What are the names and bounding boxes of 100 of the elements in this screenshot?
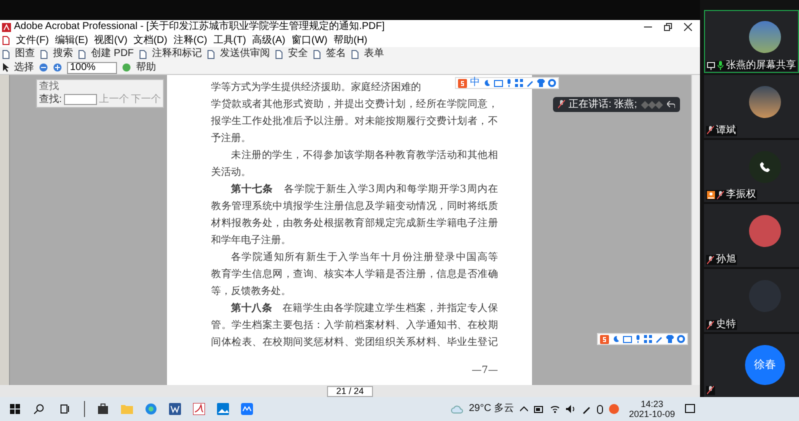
text-line: 关活动。: [211, 166, 251, 180]
notification-icon[interactable]: [685, 404, 695, 414]
participant-name: 孙旭: [716, 255, 736, 266]
text-line: 第十八条 在籍学生由各学院建立学生档案，并指定专人保: [230, 302, 498, 316]
toolbar-button[interactable]: 发送供审阅: [220, 49, 270, 59]
text-line: 第十七条 各学院于新生入学3周内和每学期开学3周内在: [230, 182, 498, 197]
scrollbar[interactable]: [691, 75, 700, 385]
chevron-up-icon[interactable]: [520, 406, 528, 412]
text-line: 报学生工作处批准后予以注册。对未能按期履行交费计划者，不: [211, 114, 498, 129]
menu-item[interactable]: 文档(D): [133, 36, 168, 46]
document-icon: [206, 50, 215, 58]
find-input[interactable]: [64, 94, 97, 105]
browser-icon[interactable]: [145, 403, 157, 415]
search-icon[interactable]: [34, 404, 44, 414]
document-icon: [78, 50, 86, 58]
participant-tile[interactable]: 李振权: [704, 140, 799, 202]
menu-item[interactable]: 工具(T): [213, 36, 246, 46]
menu-item[interactable]: 窗口(W): [291, 36, 328, 46]
text-line: 学等方式为学生提供经济援助。家庭经济困难的: [211, 80, 421, 95]
text-line: 管。学生档案主要包括：入学前档案材料、入学通知书、在校期: [211, 318, 498, 333]
clock[interactable]: 14:23 2021-10-09: [624, 399, 679, 419]
text-line: 未注册的学生，不得参加该学期各种教育教学活动和其他相: [230, 148, 498, 163]
photo-placeholder: [749, 215, 781, 248]
window-title: Adobe Acrobat Professional - [关于印发江苏城市职业学院学生管理规定的通知.PDF]: [14, 22, 385, 32]
photo-placeholder: [749, 21, 781, 53]
document-icon: [312, 50, 321, 58]
mic-icon[interactable]: [506, 79, 512, 87]
text-line: 材料报教务处，由教务处根据教育部规定完成新生学籍电子注册: [211, 216, 498, 231]
shirt-icon[interactable]: [537, 79, 545, 87]
document-icon: [40, 50, 48, 58]
moon-icon[interactable]: [612, 335, 620, 343]
gear-icon[interactable]: [677, 335, 685, 343]
zoom-out-icon[interactable]: [39, 63, 48, 72]
menu-item[interactable]: 文件(F): [16, 36, 49, 46]
back-arrow-icon[interactable]: [667, 101, 675, 108]
participant-tile[interactable]: 史特: [704, 269, 799, 332]
select-tool-button[interactable]: 选择: [14, 62, 34, 72]
store-icon[interactable]: [97, 403, 109, 415]
task-view-icon[interactable]: [60, 404, 70, 414]
speaker-label: 正在讲话: 张燕;: [568, 100, 637, 110]
word-icon[interactable]: [169, 403, 181, 415]
find-panel-title: 查找: [39, 82, 60, 92]
weather-label[interactable]: 29°C 多云: [468, 404, 514, 414]
pen-icon[interactable]: [582, 404, 591, 414]
page-number: —7—: [472, 364, 498, 378]
participant-tile[interactable]: 张燕的屏幕共享: [704, 10, 799, 73]
input-mode-toggle[interactable]: 中: [470, 78, 480, 88]
grid-icon[interactable]: [515, 79, 523, 87]
text-line: 教务管理系统中填报学生注册信息及学籍变动情况，同时将纸质: [211, 200, 498, 214]
photos-icon[interactable]: [217, 403, 229, 415]
menu-item[interactable]: 注释(C): [173, 36, 208, 46]
photo-placeholder: [749, 86, 781, 118]
page-number-field[interactable]: 21 / 24: [327, 386, 373, 396]
participant-tile[interactable]: 谭斌: [704, 74, 799, 138]
shirt-icon[interactable]: [666, 335, 674, 343]
participant-tile[interactable]: 孙旭: [704, 204, 799, 268]
toolbar-button[interactable]: 注释和标记: [152, 49, 202, 59]
toolbar-button[interactable]: 表单: [364, 49, 384, 59]
phone-icon: [760, 162, 770, 172]
participant-tile[interactable]: 徐春: [704, 334, 799, 397]
zoom-field[interactable]: 100%: [67, 62, 117, 74]
toolbar-button[interactable]: 图查: [15, 49, 35, 59]
participant-name: 李振权: [726, 190, 756, 200]
toolbar-button[interactable]: 签名: [326, 49, 346, 59]
text-line: 学贷款或者其他形式资助，并提出交费计划，经所在学院同意，: [211, 98, 498, 112]
toolbar-button[interactable]: 搜索: [53, 49, 73, 59]
wifi-icon[interactable]: [550, 405, 560, 413]
meeting-icon[interactable]: [241, 403, 253, 415]
text-line: 予注册。: [211, 132, 251, 146]
document-icon: [274, 50, 283, 58]
grid-icon[interactable]: [644, 335, 652, 343]
gear-icon[interactable]: [548, 79, 556, 87]
document-icon: [350, 50, 359, 58]
participant-name: 史特: [716, 320, 736, 330]
keyboard-icon[interactable]: [623, 336, 632, 342]
text-line: 和学年电子注册。: [211, 234, 291, 248]
menu-item[interactable]: 帮助(H): [333, 36, 368, 46]
volume-icon[interactable]: [566, 405, 576, 413]
menu-item[interactable]: 视图(V): [94, 36, 128, 46]
zoom-in-icon[interactable]: [53, 63, 62, 72]
text-line: 教育学生信息网，查询、核实本人学籍是否注册，信息是否准确: [211, 268, 498, 282]
avatar: 徐春: [745, 345, 785, 386]
pdf-icon[interactable]: [193, 403, 205, 415]
document-icon: [138, 50, 147, 58]
menu-item[interactable]: 高级(A): [252, 36, 286, 46]
windows-start-icon[interactable]: [10, 404, 20, 414]
close-icon[interactable]: [684, 23, 692, 31]
cursor-icon[interactable]: [2, 63, 9, 72]
restore-icon[interactable]: [664, 23, 672, 31]
mic-muted-icon[interactable]: [558, 100, 565, 109]
moon-icon[interactable]: [483, 79, 491, 87]
participant-name: 谭斌: [716, 126, 736, 136]
keyboard-icon[interactable]: [494, 80, 503, 86]
help-button[interactable]: 帮助: [136, 62, 156, 72]
toolbar-button[interactable]: 创建 PDF: [91, 49, 134, 59]
mic-icon[interactable]: [635, 335, 641, 343]
participant-name: 张燕的屏幕共享: [726, 60, 796, 71]
menu-item[interactable]: 编辑(E): [54, 36, 88, 46]
toolbar-button[interactable]: 安全: [288, 49, 308, 59]
document-menu-icon[interactable]: [2, 36, 10, 45]
